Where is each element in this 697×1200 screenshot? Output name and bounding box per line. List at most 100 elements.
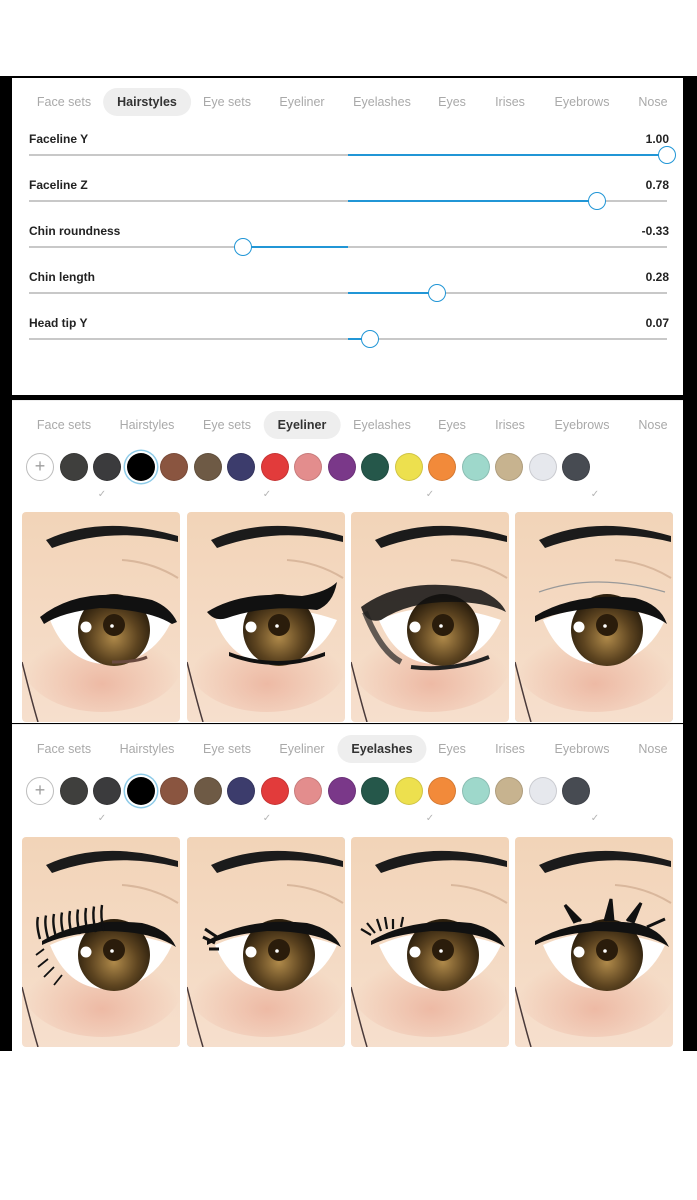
color-swatches: +	[26, 777, 676, 807]
tab-eyelashes[interactable]: Eyelashes	[339, 88, 425, 116]
tab-nose[interactable]: Nose	[624, 88, 681, 116]
color-swatch[interactable]	[160, 453, 188, 481]
slider-fill	[348, 200, 597, 202]
tab-nose[interactable]: Nose	[624, 735, 681, 763]
tab-face-sets[interactable]: Face sets	[23, 88, 105, 116]
tab-hairstyles[interactable]: Hairstyles	[106, 411, 189, 439]
slider-value: 1.00	[645, 132, 669, 146]
add-color-button[interactable]: +	[26, 453, 54, 481]
color-swatch[interactable]	[462, 777, 490, 805]
tab-irises[interactable]: Irises	[481, 735, 539, 763]
tab-irises[interactable]: Irises	[481, 411, 539, 439]
tab-eye-sets[interactable]: Eye sets	[189, 411, 265, 439]
eye-preview-image	[187, 512, 345, 722]
hairstyles-panel: Face sets Hairstyles Eye sets Eyeliner Eyela…	[12, 78, 683, 395]
color-swatch[interactable]	[127, 453, 155, 481]
color-swatch[interactable]	[261, 453, 289, 481]
eyeliner-option-card[interactable]	[22, 512, 180, 722]
slider-thumb[interactable]	[361, 330, 380, 348]
eyeliner-option-card[interactable]	[187, 512, 345, 722]
tab-eyebrows[interactable]: Eyebrows	[541, 411, 624, 439]
check-icon: ✓	[262, 489, 272, 500]
color-swatch[interactable]	[361, 777, 389, 805]
eyelash-option-card[interactable]	[187, 837, 345, 1047]
slider-row: Faceline Y 1.00	[29, 132, 676, 178]
slider-thumb[interactable]	[233, 238, 252, 256]
tab-irises[interactable]: Irises	[481, 88, 539, 116]
checkmarks: ✓ ✓ ✓ ✓	[12, 813, 683, 825]
color-swatch[interactable]	[60, 453, 88, 481]
color-swatch[interactable]	[529, 453, 557, 481]
slider-label: Head tip Y	[29, 316, 88, 330]
color-swatch[interactable]	[127, 777, 155, 805]
eyeliner-panel: Face sets Hairstyles Eye sets Eyeliner Eyela…	[12, 400, 683, 723]
color-swatch[interactable]	[93, 777, 121, 805]
add-color-button[interactable]: +	[26, 777, 54, 805]
slider-label: Faceline Z	[29, 178, 88, 192]
color-swatch[interactable]	[294, 453, 322, 481]
tab-eyeliner[interactable]: Eyeliner	[265, 735, 338, 763]
color-swatch[interactable]	[227, 777, 255, 805]
color-swatch[interactable]	[495, 777, 523, 805]
color-swatch[interactable]	[160, 777, 188, 805]
slider-row: Chin roundness -0.33	[29, 224, 669, 270]
slider-track[interactable]	[29, 246, 667, 248]
tab-eyelashes[interactable]: Eyelashes	[337, 735, 427, 763]
color-swatch[interactable]	[227, 453, 255, 481]
eyelash-option-card[interactable]	[22, 837, 180, 1047]
slider-thumb[interactable]	[658, 146, 676, 164]
eyeliner-option-card[interactable]	[351, 512, 509, 722]
eyeliner-option-card[interactable]	[515, 512, 673, 722]
color-swatch[interactable]	[294, 777, 322, 805]
color-swatch[interactable]	[261, 777, 289, 805]
eye-preview-image	[515, 837, 673, 1047]
tab-eyebrows[interactable]: Eyebrows	[541, 88, 624, 116]
color-swatch[interactable]	[361, 453, 389, 481]
eyelash-option-card[interactable]	[515, 837, 673, 1047]
checkmarks: ✓ ✓ ✓ ✓	[12, 489, 683, 501]
tab-eyes[interactable]: Eyes	[424, 735, 480, 763]
slider-label: Chin length	[29, 270, 95, 284]
slider-label: Faceline Y	[29, 132, 89, 146]
tab-eyebrows[interactable]: Eyebrows	[541, 735, 624, 763]
tab-eyes[interactable]: Eyes	[424, 88, 480, 116]
slider-fill	[348, 292, 438, 294]
tab-eyeliner[interactable]: Eyeliner	[263, 411, 341, 439]
color-swatch[interactable]	[529, 777, 557, 805]
color-swatch[interactable]	[562, 453, 590, 481]
category-tabs: Face sets Hairstyles Eye sets Eyeliner Eyela…	[12, 735, 683, 763]
eyelash-options	[22, 837, 680, 1049]
color-swatch[interactable]	[93, 453, 121, 481]
color-swatch[interactable]	[495, 453, 523, 481]
color-swatch[interactable]	[562, 777, 590, 805]
tab-eyes[interactable]: Eyes	[424, 411, 480, 439]
color-swatch[interactable]	[194, 777, 222, 805]
slider-row: Head tip Y 0.07	[29, 316, 669, 362]
tab-hairstyles[interactable]: Hairstyles	[103, 88, 191, 116]
color-swatch[interactable]	[395, 777, 423, 805]
color-swatch[interactable]	[462, 453, 490, 481]
tab-face-sets[interactable]: Face sets	[23, 411, 105, 439]
color-swatch[interactable]	[428, 453, 456, 481]
tab-eyelashes[interactable]: Eyelashes	[339, 411, 425, 439]
color-swatch[interactable]	[60, 777, 88, 805]
tab-eyeliner[interactable]: Eyeliner	[265, 88, 338, 116]
eyelash-option-card[interactable]	[351, 837, 509, 1047]
slider-value: 0.78	[645, 178, 669, 192]
color-swatch[interactable]	[194, 453, 222, 481]
tab-hairstyles[interactable]: Hairstyles	[106, 735, 189, 763]
slider-thumb[interactable]	[428, 284, 447, 302]
color-swatches: +	[26, 453, 676, 483]
tab-eye-sets[interactable]: Eye sets	[189, 735, 265, 763]
tab-nose[interactable]: Nose	[624, 411, 681, 439]
color-swatch[interactable]	[395, 453, 423, 481]
slider-fill	[348, 154, 667, 156]
color-swatch[interactable]	[328, 777, 356, 805]
slider-thumb[interactable]	[587, 192, 606, 210]
color-swatch[interactable]	[428, 777, 456, 805]
tab-face-sets[interactable]: Face sets	[23, 735, 105, 763]
color-swatch[interactable]	[328, 453, 356, 481]
slider-row: Chin length 0.28	[29, 270, 669, 316]
slider-value: -0.33	[641, 224, 669, 238]
tab-eye-sets[interactable]: Eye sets	[189, 88, 265, 116]
